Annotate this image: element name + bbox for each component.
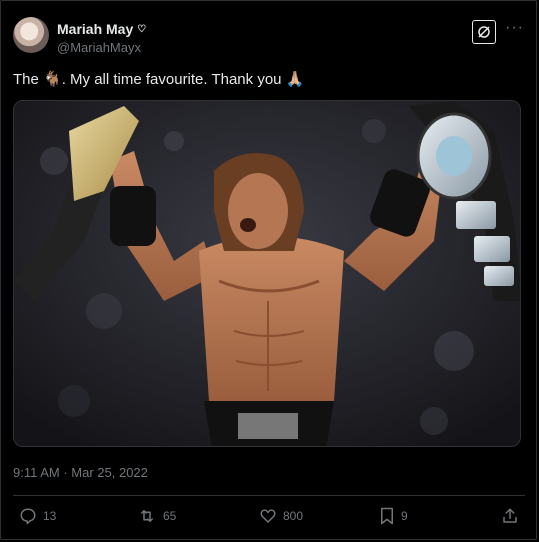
x-logo-icon[interactable] (472, 20, 496, 44)
repost-count: 65 (163, 509, 177, 523)
tweet-text: The 🐐. My all time favourite. Thank you … (13, 71, 305, 88)
bookmark-button[interactable]: 9 (379, 507, 408, 525)
like-count: 800 (283, 509, 304, 523)
reply-button[interactable]: 13 (19, 507, 56, 525)
repost-button[interactable]: 65 (137, 507, 176, 525)
more-horizontal-icon[interactable]: ··· (505, 19, 524, 37)
divider (13, 495, 525, 496)
repost-icon (141, 510, 153, 522)
author-handle[interactable]: @MariahMayx (57, 40, 141, 55)
bookmark-icon (381, 507, 393, 525)
tweet-media-image[interactable] (13, 100, 521, 447)
bookmark-count: 9 (401, 509, 408, 523)
reply-icon (20, 508, 36, 525)
tweet-timestamp[interactable]: 9:11 AM · Mar 25, 2022 (13, 465, 148, 480)
heart-icon (260, 509, 276, 523)
avatar[interactable] (13, 17, 49, 53)
tweet-card: Mariah May ♡ @MariahMayx ··· The 🐐. My a… (0, 0, 537, 540)
share-button[interactable] (501, 507, 519, 525)
like-button[interactable]: 800 (259, 507, 303, 525)
tweet-actions: 13 65 800 9 (13, 507, 525, 531)
author-display-name[interactable]: Mariah May (57, 21, 133, 37)
heart-outline-icon: ♡ (137, 23, 147, 35)
share-icon (503, 508, 517, 523)
reply-count: 13 (43, 509, 57, 523)
author-name-row[interactable]: Mariah May ♡ (57, 21, 146, 37)
